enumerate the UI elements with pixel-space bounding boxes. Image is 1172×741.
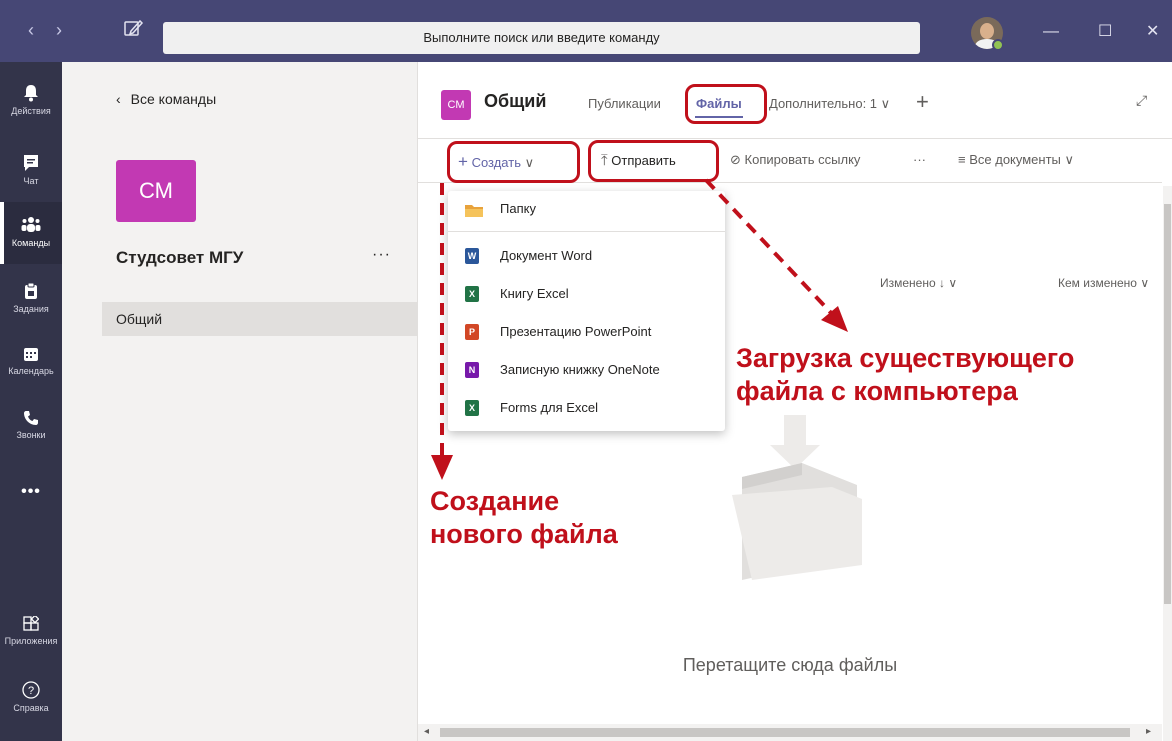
- annotation-create-caption: Создание нового файла: [430, 485, 618, 551]
- arrow-head-upload: [821, 306, 848, 332]
- annotation-create-line-1: Создание: [430, 486, 560, 516]
- arrow-head-create: [431, 455, 453, 480]
- annotation-upload-line-2: файла с компьютера: [736, 376, 1018, 406]
- annotation-upload-line-1: Загрузка существующего: [736, 343, 1075, 373]
- annotation-upload-caption: Загрузка существующего файла с компьютер…: [736, 342, 1074, 408]
- arrow-to-upload-caption: [704, 178, 836, 318]
- annotation-create-line-2: нового файла: [430, 519, 618, 549]
